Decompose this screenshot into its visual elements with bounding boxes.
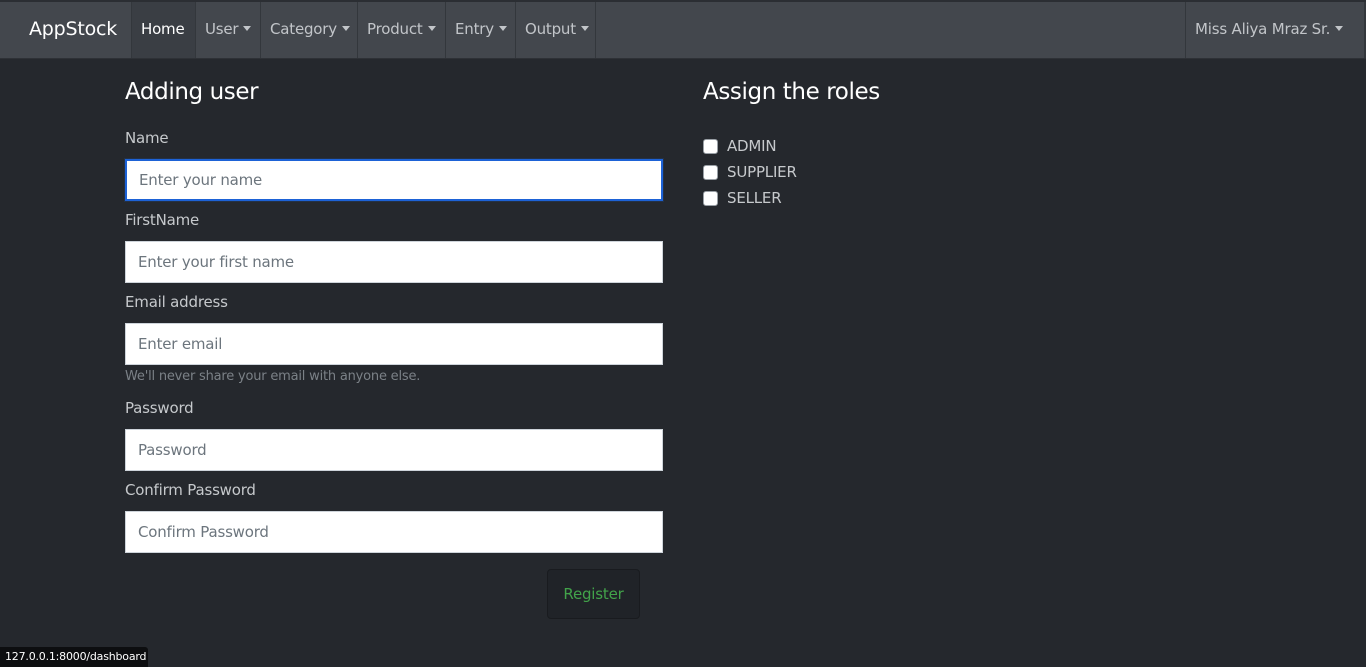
name-label: Name	[125, 129, 169, 147]
roles-title: Assign the roles	[703, 79, 880, 105]
nav-home-label: Home	[141, 20, 185, 38]
nav-home[interactable]: Home	[131, 2, 196, 58]
nav-user-dropdown[interactable]: User	[195, 2, 258, 58]
caret-down-icon	[243, 26, 252, 31]
role-admin[interactable]: ADMIN	[703, 136, 777, 156]
nav-category-label: Category	[270, 20, 337, 38]
nav-output-label: Output	[525, 20, 576, 38]
email-help-text: We'll never share your email with anyone…	[125, 369, 421, 384]
nav-entry-label: Entry	[455, 20, 494, 38]
supplier-label: SUPPLIER	[727, 163, 797, 181]
caret-down-icon	[341, 26, 350, 31]
confirm-password-input[interactable]	[125, 511, 663, 553]
register-button[interactable]: Register	[547, 569, 640, 619]
admin-label: ADMIN	[727, 137, 777, 155]
status-url-tooltip: 127.0.0.1:8000/dashboard	[0, 647, 148, 667]
caret-down-icon	[1335, 26, 1344, 31]
seller-checkbox[interactable]	[703, 190, 718, 206]
brand-logo[interactable]: AppStock	[29, 18, 117, 40]
form-title: Adding user	[125, 79, 259, 105]
user-menu-label: Miss Aliya Mraz Sr.	[1195, 20, 1331, 38]
supplier-checkbox[interactable]	[703, 164, 718, 180]
top-navbar: AppStock Home User Category Product Entr…	[0, 0, 1366, 59]
firstname-label: FirstName	[125, 211, 200, 229]
admin-checkbox[interactable]	[703, 138, 718, 154]
seller-label: SELLER	[727, 189, 782, 207]
role-seller[interactable]: SELLER	[703, 188, 782, 208]
nav-output-dropdown[interactable]: Output	[515, 2, 596, 58]
caret-down-icon	[427, 26, 436, 31]
nav-user-label: User	[205, 20, 239, 38]
user-menu-dropdown[interactable]: Miss Aliya Mraz Sr.	[1185, 2, 1366, 58]
password-input[interactable]	[125, 429, 663, 471]
nav-product-label: Product	[367, 20, 423, 38]
nav-category-dropdown[interactable]: Category	[260, 2, 357, 58]
email-input[interactable]	[125, 323, 663, 365]
caret-down-icon	[580, 26, 589, 31]
nav-entry-dropdown[interactable]: Entry	[445, 2, 515, 58]
caret-down-icon	[498, 26, 507, 31]
email-label: Email address	[125, 293, 228, 311]
password-label: Password	[125, 399, 194, 417]
confirm-password-label: Confirm Password	[125, 481, 256, 499]
nav-product-dropdown[interactable]: Product	[357, 2, 445, 58]
name-input[interactable]	[125, 159, 663, 201]
role-supplier[interactable]: SUPPLIER	[703, 162, 797, 182]
firstname-input[interactable]	[125, 241, 663, 283]
